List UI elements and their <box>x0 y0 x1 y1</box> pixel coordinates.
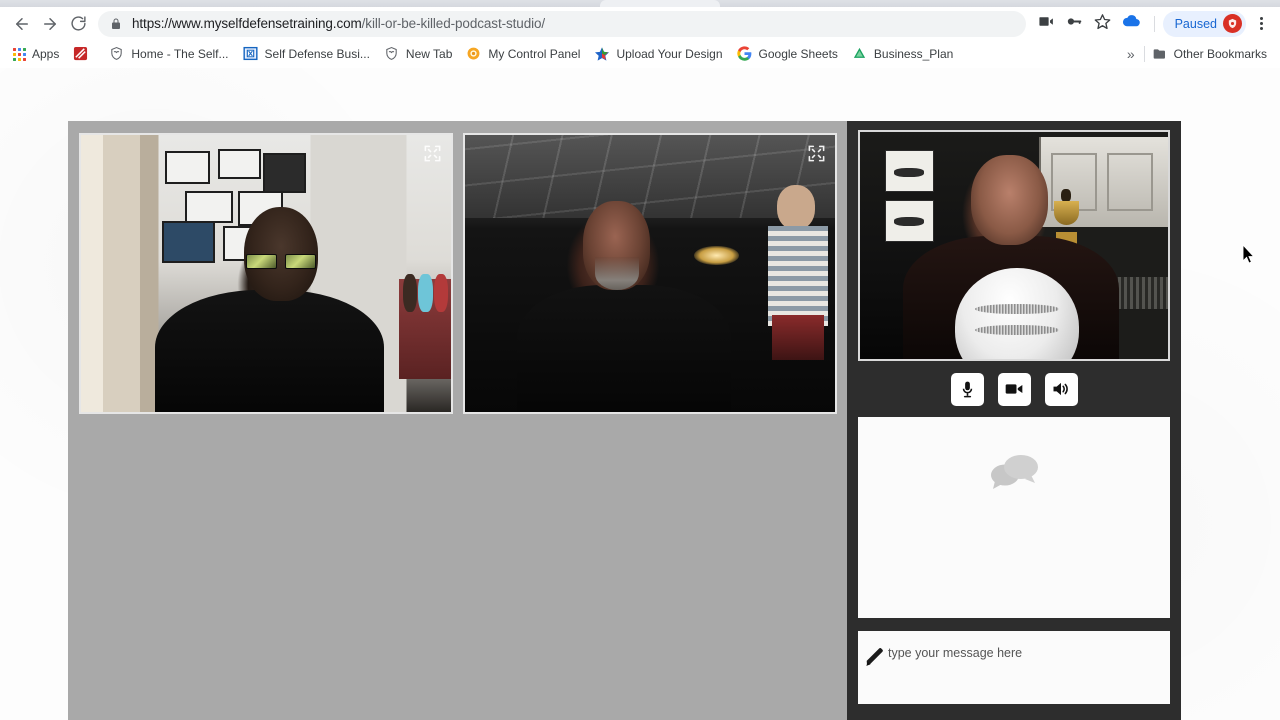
url-host: https://www.myselfdefensetraining.com <box>132 16 362 31</box>
participant-video-1[interactable] <box>79 133 453 414</box>
bookmark-item-6[interactable]: Google Sheets <box>730 43 845 65</box>
chat-input-wrapper: type your message here <box>858 631 1170 704</box>
participant-2-beard <box>594 256 639 291</box>
bookmark-item-3[interactable]: New Tab <box>377 43 459 65</box>
participant-1-body <box>155 290 385 412</box>
active-tab[interactable] <box>600 0 720 7</box>
bookmark-button[interactable] <box>1090 11 1116 37</box>
star-icon <box>1094 13 1111 35</box>
arrow-right-icon <box>41 15 59 33</box>
participant-video-2[interactable] <box>463 133 837 414</box>
url-text: https://www.myselfdefensetraining.com/ki… <box>132 16 545 31</box>
password-manager-button[interactable] <box>1062 11 1088 37</box>
bookmark-apps-label: Apps <box>32 47 60 61</box>
media-controls <box>858 361 1170 417</box>
other-bookmarks-button[interactable]: Other Bookmarks <box>1145 43 1274 65</box>
podcast-studio-app: type your message here <box>68 121 1181 720</box>
video-record-icon <box>1038 13 1055 35</box>
video-stage <box>68 121 847 720</box>
sidebar-panel: type your message here <box>847 121 1181 720</box>
blue-document-icon <box>242 46 259 62</box>
bookmark-item-label-4: My Control Panel <box>488 47 581 61</box>
chat-input-placeholder: type your message here <box>888 646 1023 660</box>
bookmark-item-label-3: New Tab <box>405 47 453 61</box>
lamp-decor <box>694 245 739 266</box>
toolbar-actions: Paused <box>1034 10 1272 37</box>
apps-grid-icon <box>13 47 26 61</box>
key-icon <box>1066 13 1083 35</box>
back-button[interactable] <box>8 10 36 38</box>
profile-avatar-icon <box>1223 14 1242 33</box>
green-drive-icon <box>852 46 868 62</box>
page-artifact <box>1200 665 1209 674</box>
background-person-decor <box>768 184 828 361</box>
video-record-button[interactable] <box>1034 11 1060 37</box>
speaker-icon <box>1051 379 1071 399</box>
camera-toggle-button[interactable] <box>997 372 1031 406</box>
cloud-extension-icon <box>1122 14 1141 34</box>
dolls-decor <box>402 273 449 313</box>
bookmark-item-label-1: Home - The Self... <box>131 47 229 61</box>
browser-toolbar: https://www.myselfdefensetraining.com/ki… <box>0 7 1280 40</box>
chat-message-input[interactable]: type your message here <box>858 631 1170 704</box>
google-g-icon <box>736 46 753 62</box>
other-bookmarks-label: Other Bookmarks <box>1173 47 1267 61</box>
bookmarks-overflow-button[interactable]: » <box>1118 46 1144 62</box>
participant-2-body <box>516 284 732 412</box>
fullscreen-expand-icon[interactable] <box>423 144 442 163</box>
cloud-extension-button[interactable] <box>1118 11 1146 37</box>
star-icon <box>594 46 610 62</box>
address-bar[interactable]: https://www.myselfdefensetraining.com/ki… <box>98 10 1026 37</box>
reload-button[interactable] <box>64 10 92 38</box>
folder-icon <box>1152 46 1168 62</box>
lock-icon <box>110 18 122 30</box>
toolbar-divider <box>1153 15 1155 32</box>
bookmark-item-label-2: Self Defense Busi... <box>264 47 370 61</box>
bookmark-item-1[interactable]: Home - The Self... <box>102 43 235 65</box>
tab-strip <box>0 0 1280 7</box>
bookmark-item-label-7: Business_Plan <box>873 47 954 61</box>
url-path: /kill-or-be-killed-podcast-studio/ <box>361 16 546 31</box>
pencil-icon <box>863 645 887 669</box>
microphone-toggle-button[interactable] <box>950 372 984 406</box>
reload-icon <box>70 15 87 32</box>
bookmark-item-label-6: Google Sheets <box>758 47 838 61</box>
participant-1-glasses <box>245 254 316 270</box>
self-view-feed <box>860 132 1168 359</box>
video-grid <box>79 133 837 414</box>
bookmarks-bar: Apps Home - The Self... Self Defense Bus… <box>0 40 1280 68</box>
orange-gear-icon <box>466 46 482 62</box>
participant-video-1-feed <box>81 135 451 412</box>
profile-paused-label: Paused <box>1174 16 1217 31</box>
bookmark-apps[interactable]: Apps <box>6 44 66 64</box>
profile-button[interactable]: Paused <box>1162 10 1246 37</box>
self-head <box>970 154 1048 246</box>
bookmark-item-5[interactable]: Upload Your Design <box>587 43 729 65</box>
self-view-video[interactable] <box>858 130 1170 361</box>
video-camera-icon <box>1004 379 1024 399</box>
bookmark-item-4[interactable]: My Control Panel <box>459 43 587 65</box>
shield-icon <box>109 46 125 62</box>
mouse-pointer-icon <box>1242 243 1255 264</box>
participant-video-2-feed <box>465 135 835 412</box>
microphone-icon <box>958 380 977 399</box>
chat-message-list[interactable] <box>858 417 1170 618</box>
shield-icon <box>384 46 400 62</box>
wall-pictures-decor <box>884 150 934 245</box>
three-dot-menu-icon[interactable] <box>1250 11 1272 37</box>
bookmark-item-2[interactable]: Self Defense Busi... <box>236 43 377 65</box>
forward-button[interactable] <box>36 10 64 38</box>
speaker-toggle-button[interactable] <box>1044 372 1078 406</box>
arrow-left-icon <box>13 15 31 33</box>
browser-chrome: https://www.myselfdefensetraining.com/ki… <box>0 0 1280 68</box>
red-square-bookmark-icon <box>73 46 89 62</box>
page-body: type your message here <box>0 68 1280 720</box>
fullscreen-expand-icon[interactable] <box>807 144 826 163</box>
bookmark-item-7[interactable]: Business_Plan <box>845 43 960 65</box>
chat-bubbles-icon <box>985 451 1043 493</box>
bookmark-item-0[interactable] <box>66 43 102 65</box>
bookmark-item-label-5: Upload Your Design <box>616 47 723 61</box>
